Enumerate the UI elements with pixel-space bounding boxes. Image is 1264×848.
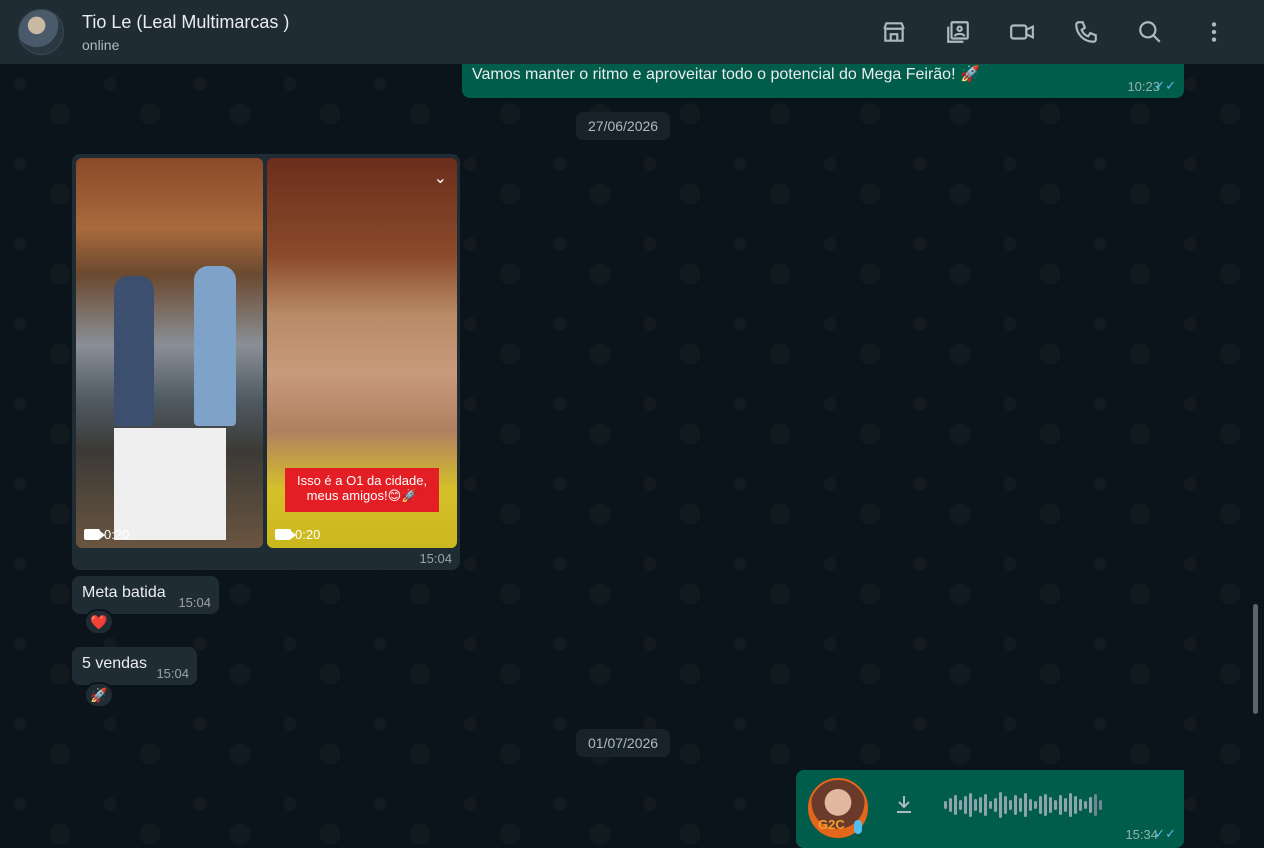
media-album-message[interactable]: 0:20 ⌄ Isso é a O1 da cidade, meus amigo…: [72, 154, 460, 570]
video-caption-box: Isso é a O1 da cidade, meus amigos!😊🚀: [285, 468, 439, 512]
waveform-bar: [1034, 801, 1037, 809]
video-camera-icon: [84, 529, 105, 540]
waveform-bar: [1024, 793, 1027, 817]
waveform-bar: [959, 800, 962, 810]
video-figure: [194, 266, 236, 426]
audio-waveform[interactable]: [944, 790, 1164, 820]
video-thumbnail[interactable]: ⌄ Isso é a O1 da cidade, meus amigos!😊🚀 …: [267, 158, 457, 548]
waveform-bar: [1084, 801, 1087, 809]
media-gallery-icon[interactable]: [926, 8, 990, 56]
avatar-text: G2C: [818, 817, 845, 832]
waveform-bar: [969, 793, 972, 817]
heart-reaction-icon[interactable]: ❤️: [84, 609, 114, 635]
video-figure: [114, 276, 154, 426]
waveform-bar: [1019, 798, 1022, 812]
date-separator: 27/06/2026: [576, 112, 671, 140]
rocket-reaction-icon[interactable]: 🚀: [84, 682, 114, 708]
message-time: 15:04: [178, 595, 211, 610]
scrollbar[interactable]: [1253, 604, 1258, 714]
message-text: Meta batida: [82, 584, 166, 601]
voice-call-icon[interactable]: [1054, 8, 1118, 56]
video-call-icon[interactable]: [990, 8, 1054, 56]
waveform-bar: [1089, 797, 1092, 813]
waveform-bar: [1009, 800, 1012, 810]
waveform-bar: [1079, 799, 1082, 811]
message-text: Vamos manter o ritmo e aproveitar todo o…: [472, 66, 980, 83]
waveform-bar: [949, 798, 952, 812]
contact-status: online: [82, 36, 120, 53]
waveform-bar: [1069, 793, 1072, 817]
waveform-bar: [1014, 795, 1017, 815]
video-camera-icon: [275, 529, 296, 540]
message-time: 15:04: [156, 666, 189, 681]
chat-header: Tio Le (Leal Multimarcas ) online: [0, 0, 1264, 64]
sender-avatar[interactable]: G2C: [808, 778, 868, 838]
waveform-bar: [954, 795, 957, 815]
sales-note: [114, 428, 226, 540]
message-time: 15:34: [1125, 827, 1158, 842]
chat-area[interactable]: Vamos manter o ritmo e aproveitar todo o…: [0, 60, 1264, 848]
search-icon[interactable]: [1118, 8, 1182, 56]
video-duration: 0:20: [275, 527, 320, 542]
waveform-bar: [1029, 799, 1032, 811]
waveform-bar: [989, 801, 992, 809]
store-icon[interactable]: [862, 8, 926, 56]
contact-info[interactable]: Tio Le (Leal Multimarcas ) online: [82, 12, 289, 53]
contact-name[interactable]: Tio Le (Leal Multimarcas ): [82, 12, 289, 33]
video-duration: 0:20: [84, 527, 129, 542]
waveform-bar: [999, 792, 1002, 818]
waveform-bar: [1004, 796, 1007, 814]
waveform-bar: [1054, 800, 1057, 810]
waveform-bar: [964, 796, 967, 814]
outgoing-message[interactable]: Vamos manter o ritmo e aproveitar todo o…: [462, 60, 1184, 98]
waveform-bar: [984, 794, 987, 816]
waveform-bar: [1094, 794, 1097, 816]
waveform-bar: [1049, 797, 1052, 813]
waveform-bar: [944, 801, 947, 809]
incoming-message[interactable]: 5 vendas 15:04: [72, 647, 197, 685]
message-time: 15:04: [419, 551, 452, 566]
waveform-bar: [974, 799, 977, 811]
waveform-bar: [1039, 796, 1042, 814]
waveform-bar: [1064, 798, 1067, 812]
video-thumbnail[interactable]: 0:20: [76, 158, 263, 548]
message-text: 5 vendas: [82, 655, 147, 672]
header-actions: [862, 8, 1246, 56]
waveform-bar: [1099, 800, 1102, 810]
chevron-down-icon[interactable]: ⌄: [434, 168, 447, 188]
waveform-bar: [1059, 795, 1062, 815]
waveform-bar: [979, 797, 982, 813]
read-ticks-icon: ✓✓: [1154, 826, 1176, 841]
download-icon[interactable]: [892, 792, 916, 816]
date-separator: 01/07/2026: [576, 729, 671, 757]
waveform-bar: [994, 798, 997, 812]
waveform-bar: [1044, 794, 1047, 816]
voice-message[interactable]: G2C 15:34 ✓✓: [796, 770, 1184, 848]
microphone-icon: [854, 820, 862, 834]
waveform-bar: [1074, 796, 1077, 814]
menu-icon[interactable]: [1182, 8, 1246, 56]
read-ticks-icon: ✓✓: [1154, 78, 1176, 93]
contact-avatar[interactable]: [18, 9, 64, 55]
